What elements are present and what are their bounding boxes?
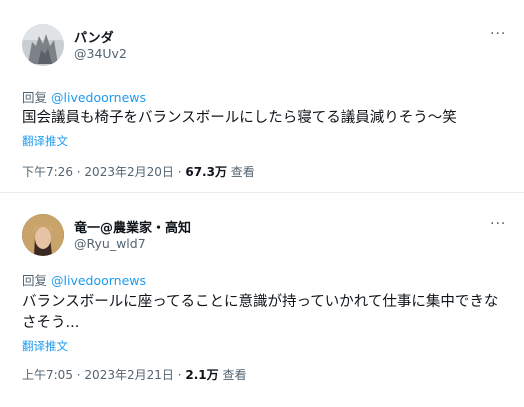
reply-mention-link[interactable]: @livedoornews — [51, 90, 146, 105]
translate-tweet-link[interactable]: 翻译推文 — [22, 133, 68, 149]
avatar[interactable] — [22, 214, 64, 256]
tweet-text: バランスボールに座ってることに意識が持っていかれて仕事に集中できなさそう... — [22, 294, 499, 331]
display-name[interactable]: パンダ — [74, 27, 114, 46]
avatar[interactable] — [22, 24, 64, 66]
tweet-time-link[interactable]: 下午7:26 — [22, 165, 73, 179]
tweet-date-link[interactable]: 2023年2月20日 — [84, 165, 173, 179]
tweet-1[interactable]: パンダ @34Uv2 ··· 回复 @livedoornews 国会議員も椅子を… — [0, 0, 524, 190]
views-count[interactable]: 67.3万 — [185, 165, 227, 179]
divider — [0, 192, 524, 193]
reply-prefix: 回复 — [22, 90, 48, 105]
views-label: 查看 — [222, 368, 247, 382]
more-icon[interactable]: ··· — [490, 216, 506, 232]
reply-context: 回复 @livedoornews — [22, 87, 146, 106]
tweet-meta: 下午7:26 · 2023年2月20日 · 67.3万 查看 — [22, 163, 255, 180]
tweet-date-link[interactable]: 2023年2月21日 — [84, 368, 173, 382]
reply-context: 回复 @livedoornews — [22, 270, 146, 289]
tweet-meta: 上午7:05 · 2023年2月21日 · 2.1万 查看 — [22, 366, 246, 383]
views-label: 查看 — [230, 165, 255, 179]
tweet-2[interactable]: 竜一@農業家・高知 @Ryu_wld7 ··· 回复 @livedoornews… — [0, 195, 524, 407]
user-handle[interactable]: @34Uv2 — [74, 46, 127, 61]
tweet-text: 国会議員も椅子をバランスボールにしたら寝てる議員減りそう〜笑 — [22, 110, 457, 126]
reply-mention-link[interactable]: @livedoornews — [51, 273, 146, 288]
display-name[interactable]: 竜一@農業家・高知 — [74, 217, 191, 236]
translate-tweet-link[interactable]: 翻译推文 — [22, 338, 68, 354]
more-icon[interactable]: ··· — [490, 26, 506, 42]
user-handle[interactable]: @Ryu_wld7 — [74, 236, 146, 251]
views-count[interactable]: 2.1万 — [185, 368, 218, 382]
tweet-time-link[interactable]: 上午7:05 — [22, 368, 73, 382]
reply-prefix: 回复 — [22, 273, 48, 288]
